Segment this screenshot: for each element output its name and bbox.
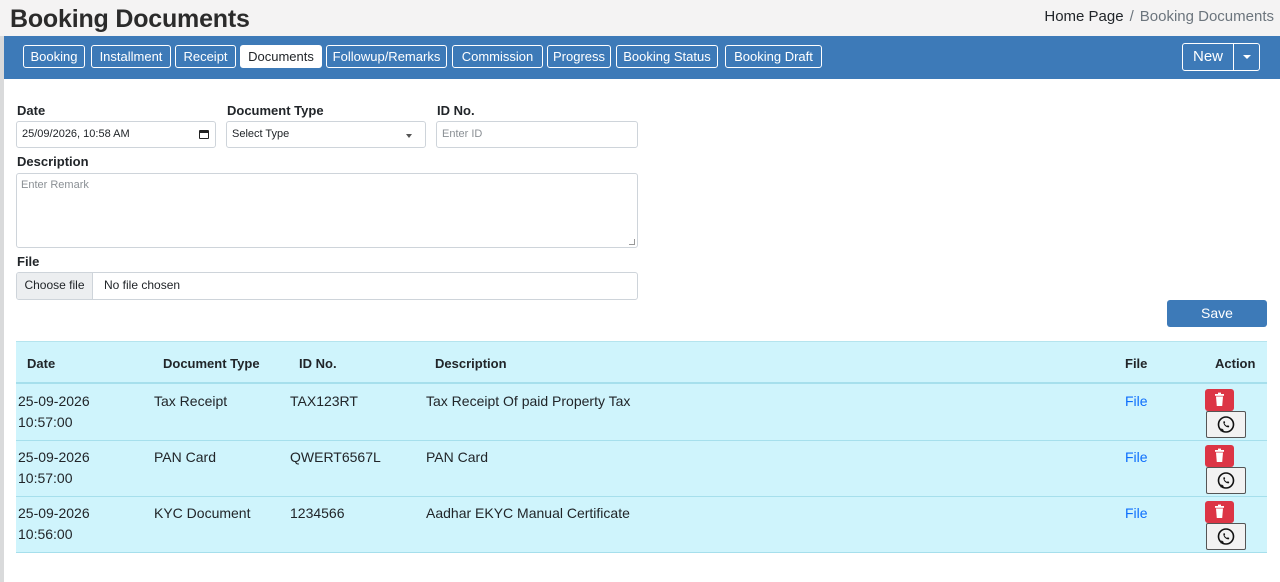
- column-header-file: File: [1125, 356, 1148, 371]
- breadcrumb-separator: /: [1129, 8, 1134, 25]
- breadcrumb-home-link[interactable]: Home Page: [1044, 8, 1123, 25]
- description-placeholder: Enter Remark: [21, 179, 89, 191]
- whatsapp-button[interactable]: [1206, 467, 1246, 494]
- tab-installment[interactable]: Installment: [91, 45, 171, 68]
- tab-bar: Booking Installment Receipt Documents Fo…: [4, 36, 1280, 79]
- document-type-label: Document Type: [227, 103, 324, 118]
- tab-documents[interactable]: Documents: [240, 45, 322, 68]
- tab-receipt[interactable]: Receipt: [175, 45, 236, 68]
- column-header-date: Date: [27, 356, 56, 371]
- new-button[interactable]: New: [1182, 43, 1234, 71]
- document-type-select[interactable]: Select Type: [226, 121, 426, 148]
- date-input[interactable]: 25/09/2026, 10:58 AM: [16, 121, 216, 148]
- delete-button[interactable]: [1205, 389, 1234, 411]
- date-value: 25/09/2026, 10:58 AM: [22, 128, 130, 140]
- table-header: Date Document Type ID No. Description Fi…: [16, 342, 1267, 384]
- file-status: No file chosen: [104, 278, 181, 292]
- whatsapp-icon: [1217, 528, 1235, 545]
- row-date: 25-09-2026 10:57:00: [18, 447, 90, 489]
- breadcrumb: Home Page / Booking Documents: [1044, 8, 1274, 25]
- row-id-no: 1234566: [290, 505, 345, 521]
- trash-icon: [1215, 448, 1224, 462]
- whatsapp-button[interactable]: [1206, 411, 1246, 438]
- column-header-id-no: ID No.: [299, 356, 337, 371]
- column-header-description: Description: [435, 356, 507, 371]
- whatsapp-button[interactable]: [1206, 523, 1246, 550]
- row-file-link[interactable]: File: [1125, 391, 1148, 412]
- date-label: Date: [17, 103, 46, 118]
- date-text: 25-09-2026: [18, 393, 90, 409]
- description-label: Description: [17, 154, 89, 169]
- chevron-down-icon: [406, 134, 412, 138]
- row-file-link[interactable]: File: [1125, 447, 1148, 468]
- whatsapp-icon: [1217, 416, 1235, 433]
- date-text: 25-09-2026: [18, 505, 90, 521]
- id-input[interactable]: Enter ID: [436, 121, 638, 148]
- column-header-action: Action: [1215, 356, 1256, 371]
- tab-progress[interactable]: Progress: [547, 45, 611, 68]
- description-textarea[interactable]: Enter Remark: [16, 173, 638, 248]
- table-row: 25-09-2026 10:56:00 KYC Document 1234566 …: [16, 497, 1267, 553]
- new-dropdown-caret-icon[interactable]: [1233, 43, 1260, 71]
- calendar-icon[interactable]: [199, 130, 209, 139]
- row-document-type: PAN Card: [154, 449, 216, 465]
- time-text: 10:57:00: [18, 414, 73, 430]
- tab-booking-draft[interactable]: Booking Draft: [725, 45, 822, 68]
- row-description: PAN Card: [426, 449, 488, 465]
- date-text: 25-09-2026: [18, 449, 90, 465]
- resize-handle-icon[interactable]: [629, 239, 635, 245]
- breadcrumb-current: Booking Documents: [1139, 8, 1274, 25]
- row-description: Tax Receipt Of paid Property Tax: [426, 393, 631, 409]
- main-card: Booking Installment Receipt Documents Fo…: [4, 36, 1280, 582]
- save-button[interactable]: Save: [1167, 300, 1267, 327]
- file-input[interactable]: Choose file No file chosen: [16, 272, 638, 300]
- tab-followup-remarks[interactable]: Followup/Remarks: [326, 45, 447, 68]
- row-date: 25-09-2026 10:56:00: [18, 503, 90, 545]
- table-row: 25-09-2026 10:57:00 Tax Receipt TAX123RT …: [16, 385, 1267, 441]
- column-header-document-type: Document Type: [163, 356, 260, 371]
- row-id-no: QWERT6567L: [290, 449, 381, 465]
- table-row: 25-09-2026 10:57:00 PAN Card QWERT6567L P…: [16, 441, 1267, 497]
- tab-booking[interactable]: Booking: [23, 45, 85, 68]
- row-document-type: Tax Receipt: [154, 393, 228, 409]
- trash-icon: [1215, 504, 1224, 518]
- delete-button[interactable]: [1205, 445, 1234, 467]
- tab-booking-status[interactable]: Booking Status: [616, 45, 718, 68]
- delete-button[interactable]: [1205, 501, 1234, 523]
- choose-file-button[interactable]: Choose file: [17, 273, 93, 299]
- id-no-label: ID No.: [437, 103, 475, 118]
- page-header: Booking Documents Home Page / Booking Docu…: [0, 0, 1280, 36]
- page-title: Booking Documents: [10, 5, 250, 33]
- time-text: 10:57:00: [18, 470, 73, 486]
- file-label: File: [17, 254, 40, 269]
- row-description: Aadhar EKYC Manual Certificate: [426, 505, 630, 521]
- row-document-type: KYC Document: [154, 505, 251, 521]
- time-text: 10:56:00: [18, 526, 73, 542]
- whatsapp-icon: [1217, 472, 1235, 489]
- row-file-link[interactable]: File: [1125, 503, 1148, 524]
- document-type-value: Select Type: [232, 128, 290, 140]
- documents-table: Date Document Type ID No. Description Fi…: [16, 341, 1267, 553]
- row-date: 25-09-2026 10:57:00: [18, 391, 90, 433]
- trash-icon: [1215, 392, 1224, 406]
- row-id-no: TAX123RT: [290, 393, 358, 409]
- tab-commission[interactable]: Commission: [452, 45, 543, 68]
